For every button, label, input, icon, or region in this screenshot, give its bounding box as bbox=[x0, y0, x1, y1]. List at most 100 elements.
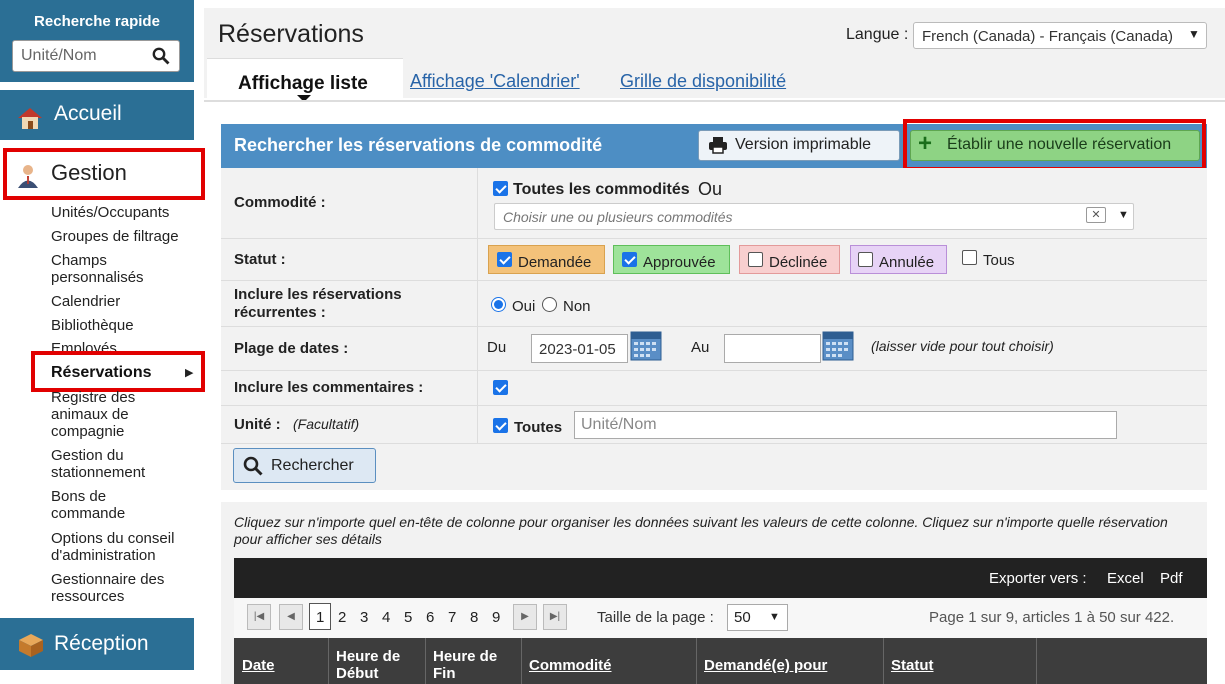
sidebar-item-purchase-orders[interactable]: Bons de commande bbox=[51, 488, 151, 522]
row-divider bbox=[221, 370, 1207, 371]
tab-availability-grid[interactable]: Grille de disponibilité bbox=[620, 71, 786, 92]
export-pdf-link[interactable]: Pdf bbox=[1160, 570, 1183, 587]
sidebar-item-reservations[interactable]: Réservations bbox=[51, 364, 152, 382]
sidebar-item-calendar[interactable]: Calendrier bbox=[51, 293, 120, 310]
column-divider bbox=[477, 168, 478, 444]
page-number[interactable]: 4 bbox=[382, 609, 390, 626]
row-divider bbox=[221, 405, 1207, 406]
page-number[interactable]: 3 bbox=[360, 609, 368, 626]
column-requested-for[interactable]: Demandé(e) pour bbox=[704, 657, 827, 674]
all-amenities-checkbox[interactable] bbox=[493, 181, 508, 196]
status-declined-label: Déclinée bbox=[769, 254, 828, 271]
page-number[interactable]: 6 bbox=[426, 609, 434, 626]
recurring-no-radio[interactable] bbox=[542, 297, 557, 312]
sidebar-item-resource-manager[interactable]: Gestionnaire des ressources bbox=[51, 571, 191, 605]
language-label: Langue : bbox=[846, 26, 909, 43]
caret-down-icon[interactable]: ▼ bbox=[769, 611, 780, 623]
column-divider bbox=[883, 638, 884, 684]
tab-calendar-view[interactable]: Affichage 'Calendrier' bbox=[410, 71, 580, 92]
status-requested-label: Demandée bbox=[518, 254, 592, 271]
nav-management-label[interactable]: Gestion bbox=[51, 160, 127, 186]
recurring-yes-label: Oui bbox=[512, 298, 536, 315]
unit-input[interactable]: Unité/Nom bbox=[574, 411, 1117, 439]
row-divider bbox=[221, 443, 1207, 444]
status-requested-checkbox[interactable] bbox=[497, 252, 512, 267]
column-divider bbox=[521, 638, 522, 684]
sidebar-item-units[interactable]: Unités/Occupants bbox=[51, 204, 169, 221]
status-approved-label: Approuvée bbox=[643, 254, 716, 271]
column-start-time[interactable]: Heure de Début bbox=[336, 648, 416, 682]
recurring-no-label: Non bbox=[563, 298, 591, 315]
column-end-time[interactable]: Heure de Fin bbox=[433, 648, 508, 682]
page-number[interactable]: 1 bbox=[316, 609, 324, 626]
status-approved-checkbox[interactable] bbox=[622, 252, 637, 267]
caret-down-icon[interactable]: ▼ bbox=[1118, 209, 1129, 221]
search-icon bbox=[243, 456, 263, 476]
column-date[interactable]: Date bbox=[242, 657, 275, 674]
column-divider bbox=[425, 638, 426, 684]
page-info: Page 1 sur 9, articles 1 à 50 sur 422. bbox=[929, 609, 1175, 626]
search-button-label[interactable]: Rechercher bbox=[271, 457, 354, 475]
page-number[interactable]: 2 bbox=[338, 609, 346, 626]
status-cancelled-label: Annulée bbox=[879, 254, 935, 271]
recurring-label: Inclure les réservations récurrentes : bbox=[234, 286, 402, 321]
unit-all-checkbox[interactable] bbox=[493, 418, 508, 433]
date-from-label: Du bbox=[487, 339, 507, 356]
recurring-yes-radio[interactable] bbox=[491, 297, 506, 312]
status-cancelled-checkbox[interactable] bbox=[858, 252, 873, 267]
comments-checkbox[interactable] bbox=[493, 380, 508, 395]
search-icon[interactable] bbox=[152, 47, 170, 65]
page-number[interactable]: 8 bbox=[470, 609, 478, 626]
export-label: Exporter vers : bbox=[989, 570, 1087, 587]
prev-page-icon[interactable]: ◀ bbox=[279, 604, 303, 630]
calendar-icon[interactable] bbox=[822, 331, 854, 361]
header-divider bbox=[204, 100, 1225, 102]
or-text: Ou bbox=[698, 179, 723, 199]
status-declined-checkbox[interactable] bbox=[748, 252, 763, 267]
column-divider bbox=[696, 638, 697, 684]
date-range-label: Plage de dates : bbox=[234, 340, 349, 357]
date-to-input[interactable] bbox=[724, 334, 821, 363]
status-all-checkbox[interactable] bbox=[962, 250, 977, 265]
date-from-input[interactable]: 2023-01-05 bbox=[531, 334, 628, 363]
nav-reception-label[interactable]: Réception bbox=[54, 632, 149, 656]
sidebar-item-parking[interactable]: Gestion du stationnement bbox=[51, 447, 171, 481]
sidebar-item-library[interactable]: Bibliothèque bbox=[51, 317, 134, 334]
quick-search-title: Recherche rapide bbox=[34, 13, 160, 30]
page-number[interactable]: 7 bbox=[448, 609, 456, 626]
nav-home-label[interactable]: Accueil bbox=[54, 102, 122, 126]
results-hint: Cliquez sur n'importe quel en-tête de co… bbox=[234, 514, 1168, 547]
row-divider bbox=[221, 238, 1207, 239]
sidebar-item-pet-registry[interactable]: Registre des animaux de compagnie bbox=[51, 389, 171, 440]
plus-icon: + bbox=[918, 130, 933, 157]
calendar-icon[interactable] bbox=[630, 331, 662, 361]
tab-list-view-label[interactable]: Affichage liste bbox=[238, 73, 368, 95]
next-page-icon[interactable]: ▶ bbox=[513, 604, 537, 630]
amenity-multiselect[interactable]: Choisir une ou plusieurs commodités bbox=[494, 203, 1134, 230]
sidebar-item-board-options[interactable]: Options du conseil d'administration bbox=[51, 530, 191, 564]
caret-down-icon[interactable]: ▼ bbox=[1188, 27, 1200, 41]
row-divider bbox=[221, 326, 1207, 327]
clear-icon[interactable]: ✕ bbox=[1086, 207, 1106, 223]
caret-right-icon: ▶ bbox=[185, 367, 194, 379]
first-page-icon[interactable]: |◀ bbox=[247, 604, 271, 630]
date-hint: (laisser vide pour tout choisir) bbox=[871, 338, 1054, 354]
unit-optional-label: (Facultatif) bbox=[293, 416, 360, 432]
column-status[interactable]: Statut bbox=[891, 657, 934, 674]
manager-icon bbox=[18, 165, 38, 188]
column-amenity[interactable]: Commodité bbox=[529, 657, 612, 674]
new-reservation-label[interactable]: Établir une nouvelle réservation bbox=[947, 136, 1171, 154]
last-page-icon[interactable]: ▶| bbox=[543, 604, 567, 630]
page-size-label: Taille de la page : bbox=[597, 609, 714, 626]
status-all-label: Tous bbox=[983, 252, 1015, 269]
date-to-label: Au bbox=[691, 339, 710, 356]
print-version-label[interactable]: Version imprimable bbox=[735, 136, 871, 154]
page-number[interactable]: 5 bbox=[404, 609, 412, 626]
language-select[interactable]: French (Canada) - Français (Canada) bbox=[913, 22, 1207, 49]
unit-label: Unité : bbox=[234, 416, 281, 433]
search-panel-title: Rechercher les réservations de commodité bbox=[234, 135, 603, 155]
export-excel-link[interactable]: Excel bbox=[1107, 570, 1144, 587]
sidebar-item-custom-fields[interactable]: Champs personnalisés bbox=[51, 252, 191, 286]
sidebar-item-filter-groups[interactable]: Groupes de filtrage bbox=[51, 228, 179, 245]
page-number[interactable]: 9 bbox=[492, 609, 500, 626]
